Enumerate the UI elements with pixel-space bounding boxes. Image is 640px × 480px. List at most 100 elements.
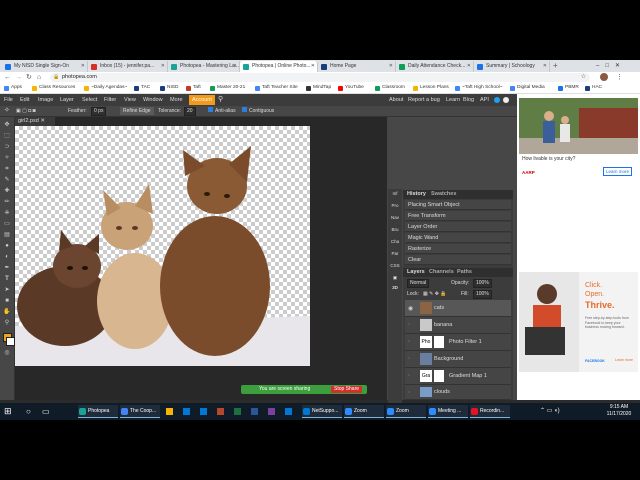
bookmark-item[interactable]: TAC xyxy=(134,84,150,92)
menu-view[interactable]: View xyxy=(124,94,136,106)
lock-icons[interactable]: ▦ ✎ ✥ 🔒 xyxy=(423,289,447,299)
menu-edit[interactable]: Edit xyxy=(20,94,29,106)
panel-css[interactable]: CSS xyxy=(389,263,401,268)
taskbar-item[interactable]: NetSuppo... xyxy=(302,405,342,418)
bookmark-item[interactable]: ~Taft High School~ xyxy=(455,84,503,92)
onenote-icon[interactable] xyxy=(268,408,275,415)
word-icon[interactable] xyxy=(251,408,258,415)
taskbar-item[interactable]: Zoom xyxy=(344,405,384,418)
menu-select[interactable]: Select xyxy=(82,94,97,106)
lasso-tool-icon[interactable]: ⊃ xyxy=(3,143,11,151)
refine-edge-button[interactable]: Refine Edge xyxy=(120,107,154,115)
more-menu-icon[interactable]: ⋮ xyxy=(616,72,623,83)
bookmark-item[interactable]: Lesson Plans xyxy=(413,84,449,92)
history-item[interactable]: Layer Order xyxy=(405,222,511,232)
close-tab-icon[interactable]: ✕ xyxy=(40,118,45,124)
excel-icon[interactable] xyxy=(234,408,241,415)
taskbar-item[interactable]: The Coop... xyxy=(120,405,160,418)
menu-learn[interactable]: Learn xyxy=(446,94,460,106)
hand-tool-icon[interactable]: ✋ xyxy=(3,308,11,316)
history-item[interactable]: Rasterize xyxy=(405,244,511,254)
outlook-icon[interactable] xyxy=(285,408,292,415)
brush-tool-icon[interactable]: ✏ xyxy=(3,198,11,206)
bookmark-item[interactable]: YouTube xyxy=(338,84,364,92)
bookmark-item[interactable]: Master 20-21 xyxy=(210,84,245,92)
task-view-icon[interactable]: ▭ xyxy=(42,406,50,417)
store-icon[interactable] xyxy=(183,408,190,415)
opacity-input[interactable]: 100% xyxy=(473,279,492,288)
layer-row[interactable]: ▫ banana xyxy=(405,317,511,334)
panel-brush[interactable]: Bru xyxy=(389,227,401,232)
eraser-tool-icon[interactable]: ▭ xyxy=(3,220,11,228)
taskbar-item[interactable]: Photopea xyxy=(78,405,118,418)
bookmark-item[interactable]: Classroom xyxy=(375,84,405,92)
tab-layers[interactable]: Layers xyxy=(407,268,425,277)
bookmark-item[interactable]: MindTap xyxy=(306,84,331,92)
tab-paths[interactable]: Paths xyxy=(457,268,472,277)
browser-tab[interactable]: Home Page ✕ xyxy=(318,61,396,72)
close-tab-icon[interactable]: ✕ xyxy=(233,61,237,72)
twitter-icon[interactable] xyxy=(494,97,500,103)
window-controls-icon[interactable]: –□✕ xyxy=(596,60,626,72)
history-item[interactable]: Clear xyxy=(405,255,511,265)
menu-layer[interactable]: Layer xyxy=(60,94,74,106)
reddit-icon[interactable] xyxy=(503,97,509,103)
search-icon[interactable]: ⚲ xyxy=(218,94,223,106)
crop-tool-icon[interactable]: ⌗ xyxy=(3,165,11,173)
bookmark-item[interactable]: HAC xyxy=(585,84,602,92)
fill-input[interactable]: 100% xyxy=(473,290,492,299)
shape-tool-icon[interactable]: ■ xyxy=(3,297,11,305)
ad-photo[interactable] xyxy=(519,98,638,154)
close-tab-icon[interactable]: ✕ xyxy=(467,61,471,72)
background-color-swatch[interactable] xyxy=(6,337,15,346)
dodge-tool-icon[interactable]: ◐ xyxy=(3,253,11,261)
mail-icon[interactable] xyxy=(200,408,207,415)
bookmark-item[interactable]: ~Daily Agendas~ xyxy=(84,84,127,92)
close-tab-icon[interactable]: ✕ xyxy=(161,61,165,72)
clone-tool-icon[interactable]: ⎈ xyxy=(3,209,11,217)
document-tab[interactable]: girl2.psd ✕ xyxy=(15,117,55,126)
avatar[interactable] xyxy=(600,73,608,81)
zoom-tool-icon[interactable]: ⚲ xyxy=(3,319,11,327)
layer-row[interactable]: ▫ Background xyxy=(405,351,511,368)
taskbar-item[interactable]: Zoom xyxy=(386,405,426,418)
browser-tab[interactable]: My NISD Single Sign-On ✕ xyxy=(2,61,88,72)
star-icon[interactable]: ☆ xyxy=(581,73,586,82)
blur-tool-icon[interactable]: ● xyxy=(3,242,11,250)
magic-wand-icon[interactable]: ✧ xyxy=(4,106,10,116)
layer-row[interactable]: ▫ Pho Photo Filter 1 xyxy=(405,334,511,351)
ad-learn-more-button[interactable]: Learn more xyxy=(615,358,633,362)
ad-learn-more-button[interactable]: Learn more xyxy=(603,167,633,176)
menu-filter[interactable]: Filter xyxy=(104,94,116,106)
windows-start-icon[interactable]: ⊞ xyxy=(4,406,12,417)
canvas[interactable] xyxy=(15,126,310,366)
layer-row[interactable]: ◉ cats xyxy=(405,300,511,317)
browser-tab-active[interactable]: Photopea | Online Photo... ✕ xyxy=(240,61,318,72)
anti-alias-checkbox[interactable]: Anti-alias xyxy=(208,106,236,116)
home-icon[interactable]: ⌂ xyxy=(37,72,41,83)
forward-icon[interactable]: → xyxy=(15,72,22,83)
panel-paragraph[interactable]: Par xyxy=(389,251,401,256)
browser-tab[interactable]: Daily Attendance Check... ✕ xyxy=(396,61,474,72)
bookmark-item[interactable]: Digital Media xyxy=(510,84,545,92)
path-select-tool-icon[interactable]: ➤ xyxy=(3,286,11,294)
powerpoint-icon[interactable] xyxy=(217,408,224,415)
back-icon[interactable]: ← xyxy=(4,72,11,83)
history-item[interactable]: Magic Wand xyxy=(405,233,511,243)
bookmark-item[interactable]: Taft Teacher Site xyxy=(255,84,298,92)
bookmark-item[interactable]: PBMR xyxy=(558,84,579,92)
file-explorer-icon[interactable] xyxy=(166,408,173,415)
feather-input[interactable]: 0 px xyxy=(91,107,107,116)
menu-about[interactable]: About xyxy=(389,94,403,106)
bookmark-item[interactable]: Class Resources xyxy=(32,84,75,92)
taskbar-item[interactable]: Meeting ... xyxy=(428,405,468,418)
account-button[interactable]: Account xyxy=(189,95,215,105)
type-tool-icon[interactable]: T xyxy=(3,275,11,283)
menu-report-bug[interactable]: Report a bug xyxy=(408,94,440,106)
reload-icon[interactable]: ↻ xyxy=(26,72,32,83)
stop-share-button[interactable]: Stop Share xyxy=(331,386,363,393)
history-item[interactable]: Free Transform xyxy=(405,211,511,221)
menu-blog[interactable]: Blog xyxy=(463,94,474,106)
eye-icon[interactable]: ◉ xyxy=(408,305,413,312)
eye-icon[interactable]: ▫ xyxy=(408,390,410,396)
